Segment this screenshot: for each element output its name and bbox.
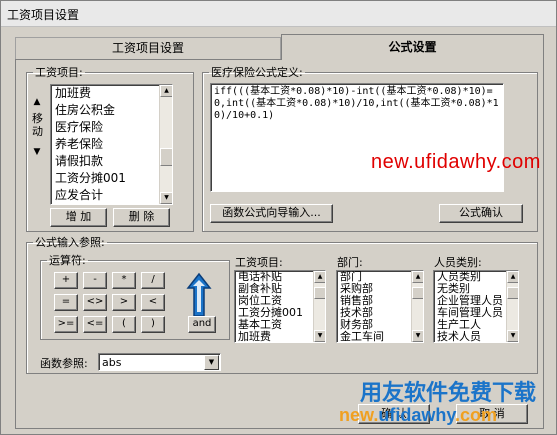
ref-salary-items-label: 工资项目: (235, 256, 283, 269)
formula-legend: 医疗保险公式定义: (211, 66, 303, 79)
operator-button[interactable]: ( (112, 316, 136, 333)
list-item[interactable]: 请假扣款 (51, 153, 172, 170)
operator-button[interactable]: - (83, 272, 107, 289)
operator-button[interactable]: <> (83, 294, 107, 311)
salary-list-scrollbar[interactable]: ▲ ▼ (159, 85, 172, 204)
operator-button[interactable]: and (188, 316, 216, 333)
move-label: 移动 (32, 112, 43, 138)
scroll-up-icon[interactable]: ▲ (314, 271, 325, 283)
operator-button[interactable]: ) (141, 316, 165, 333)
ref-department-list[interactable]: 部门 采购部 销售部 技术部 财务部 金工车间 ▲ ▼ (336, 270, 424, 343)
add-button[interactable]: 增 加 (50, 208, 107, 227)
list-item[interactable]: 住房公积金 (51, 102, 172, 119)
operator-button[interactable]: + (54, 272, 78, 289)
operator-button[interactable]: * (112, 272, 136, 289)
tab-salary-items-label: 工资项目设置 (111, 41, 184, 55)
operators-legend: 运算符: (49, 254, 86, 267)
list-item[interactable]: 医疗保险 (51, 119, 172, 136)
scroll-down-icon[interactable]: ▼ (507, 330, 518, 342)
watermark-url-bottom: new.ufidawhy.com (339, 405, 498, 425)
scroll-thumb[interactable] (412, 287, 423, 299)
scroll-thumb[interactable] (314, 287, 325, 299)
delete-button[interactable]: 删 除 (113, 208, 170, 227)
operator-button[interactable]: <= (83, 316, 107, 333)
scroll-down-icon[interactable]: ▼ (314, 330, 325, 342)
tab-strip: 工资项目设置 公式设置 (15, 34, 544, 60)
operator-button[interactable]: >= (54, 316, 78, 333)
list-item[interactable]: 加班费 (51, 85, 172, 102)
list-item[interactable]: 养老保险 (51, 136, 172, 153)
formula-wizard-button[interactable]: 函数公式向导输入... (210, 204, 333, 223)
salary-items-list[interactable]: 加班费 住房公积金 医疗保险 养老保险 请假扣款 工资分摊001 应发合计 ▲ ▼ (50, 84, 173, 205)
tab-formula-setup[interactable]: 公式设置 (281, 34, 544, 60)
window-title: 工资项目设置 (7, 8, 80, 22)
chevron-down-icon[interactable]: ▼ (204, 355, 219, 370)
list-item[interactable]: 加班费 (235, 331, 325, 343)
function-ref-select[interactable]: abs ▼ (98, 353, 221, 371)
ref-department-scrollbar[interactable]: ▲ ▼ (411, 271, 423, 342)
list-item[interactable]: 应发合计 (51, 187, 172, 204)
scroll-thumb[interactable] (160, 148, 172, 166)
operator-button[interactable]: < (141, 294, 165, 311)
watermark-slogan: 用友软件免费下载 (360, 381, 537, 406)
formula-setup-panel: 工资项目: ▲ 移动 ▼ 加班费 住房公积金 医疗保险 养老保险 请假扣款 工资分摊001… (15, 59, 544, 429)
ref-staff-scrollbar[interactable]: ▲ ▼ (506, 271, 518, 342)
scroll-up-icon[interactable]: ▲ (160, 85, 172, 97)
salary-setup-window: 工资项目设置 工资项目设置 公式设置 工资项目: ▲ 移动 ▼ 加班费 住房公积金… (0, 0, 557, 435)
watermark-url-top: new.ufidawhy.com (371, 151, 541, 173)
tab-formula-setup-label: 公式设置 (388, 40, 437, 54)
move-up-icon[interactable]: ▲ (31, 96, 43, 109)
operator-button[interactable]: > (112, 294, 136, 311)
function-ref-label: 函数参照: (40, 357, 88, 370)
scroll-up-icon[interactable]: ▲ (412, 271, 423, 283)
operator-button[interactable]: / (141, 272, 165, 289)
scroll-down-icon[interactable]: ▼ (160, 192, 172, 204)
ref-staff-type-label: 人员类别: (434, 256, 482, 269)
function-ref-value: abs (102, 356, 122, 369)
input-reference-legend: 公式输入参照: (35, 236, 105, 249)
move-down-icon[interactable]: ▼ (31, 146, 43, 159)
ref-salary-scrollbar[interactable]: ▲ ▼ (313, 271, 325, 342)
title-bar[interactable]: 工资项目设置 (1, 1, 556, 27)
scroll-down-icon[interactable]: ▼ (412, 330, 423, 342)
insert-arrow-icon[interactable] (186, 272, 212, 318)
salary-items-legend: 工资项目: (35, 66, 83, 79)
operator-button[interactable]: = (54, 294, 78, 311)
formula-confirm-button[interactable]: 公式确认 (439, 204, 523, 223)
list-item[interactable]: 工资分摊001 (51, 170, 172, 187)
scroll-thumb[interactable] (507, 287, 518, 299)
tab-salary-items[interactable]: 工资项目设置 (15, 37, 281, 60)
ref-department-label: 部门: (337, 256, 363, 269)
scroll-up-icon[interactable]: ▲ (507, 271, 518, 283)
ref-salary-items-list[interactable]: 电话补贴 副食补贴 岗位工资 工资分摊001 基本工资 加班费 ▲ ▼ (234, 270, 326, 343)
ref-staff-type-list[interactable]: 人员类别 无类别 企业管理人员 车间管理人员 生产工人 技术人员 ▲ ▼ (433, 270, 519, 343)
formula-textarea[interactable]: iff(((基本工资*0.08)*10)-int((基本工资*0.08)*10)… (210, 83, 504, 192)
